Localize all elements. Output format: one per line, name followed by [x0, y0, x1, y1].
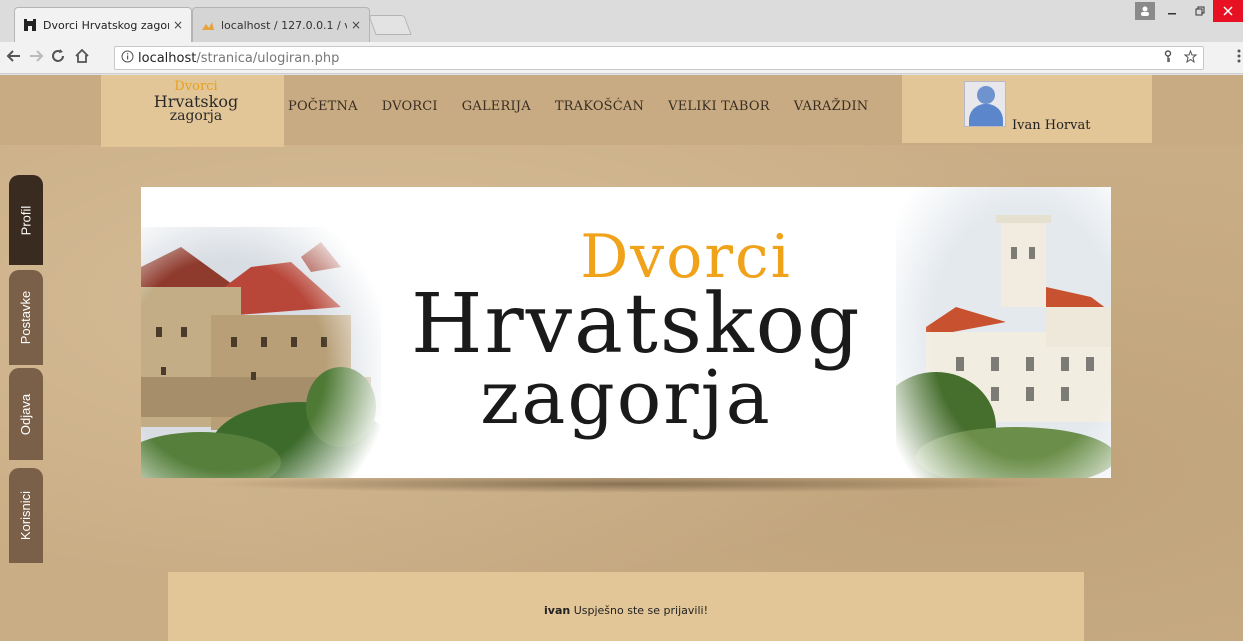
restore-icon[interactable] — [1187, 0, 1213, 22]
nav-item-veliki-tabor[interactable]: VELIKI TABOR — [668, 99, 770, 114]
browser-toolbar: localhost/stranica/ulogiran.php — [0, 42, 1243, 74]
browser-tab-inactive[interactable]: localhost / 127.0.0.1 / vra × — [192, 7, 370, 42]
user-panel: Ivan Horvat — [902, 75, 1152, 143]
sidetab-odjava[interactable]: Odjava — [9, 368, 43, 460]
profile-icon[interactable] — [1135, 2, 1155, 20]
tab-title: localhost / 127.0.0.1 / vra — [221, 18, 347, 32]
castle-favicon-icon — [23, 18, 37, 32]
main-nav: POČETNA DVORCI GALERIJA TRAKOŠĆAN VELIKI… — [288, 99, 892, 114]
message-text: Uspješno ste se prijavili! — [570, 604, 708, 617]
message-username: ivan — [544, 604, 571, 617]
sidetab-korisnici[interactable]: Korisnici — [9, 468, 43, 563]
hero-banner: Dvorci Hrvatskog zagorja — [141, 187, 1111, 478]
back-arrow-icon[interactable] — [4, 48, 24, 68]
browser-tab-strip: Dvorci Hrvatskog zagorja × localhost / 1… — [0, 0, 1243, 42]
sidetab-label: Korisnici — [18, 490, 34, 541]
page-viewport: Dvorci Hrvatskog zagorja POČETNA DVORCI … — [0, 75, 1243, 641]
tab-close-icon[interactable]: × — [351, 18, 361, 32]
logo-line-2: Hrvatskog — [153, 92, 239, 111]
close-window-icon[interactable] — [1213, 0, 1243, 22]
address-bar[interactable]: localhost/stranica/ulogiran.php — [114, 46, 1204, 70]
castle-illustration-right — [896, 187, 1111, 478]
home-icon[interactable] — [72, 48, 92, 68]
tab-title: Dvorci Hrvatskog zagorja — [43, 18, 169, 32]
nav-item-galerija[interactable]: GALERIJA — [462, 99, 531, 114]
minimize-icon[interactable] — [1159, 0, 1185, 22]
logo-panel[interactable]: Dvorci Hrvatskog zagorja — [101, 75, 284, 147]
bookmark-star-icon[interactable] — [1183, 49, 1198, 67]
nav-item-varazdin[interactable]: VARAŽDIN — [794, 99, 869, 114]
tab-close-icon[interactable]: × — [173, 18, 183, 32]
banner-line-3: zagorja — [480, 355, 772, 441]
message-panel: ivan Uspješno ste se prijavili! — [168, 572, 1084, 641]
login-success-message: ivan Uspješno ste se prijavili! — [168, 604, 1084, 617]
sidetab-label: Postavke — [18, 290, 34, 345]
phpmyadmin-favicon-icon — [201, 18, 215, 32]
avatar-head — [977, 86, 995, 104]
logo-line-3: zagorja — [169, 108, 223, 124]
banner-title: Dvorci Hrvatskog zagorja — [411, 227, 862, 441]
reload-icon[interactable] — [48, 48, 68, 68]
sidetab-postavke[interactable]: Postavke — [9, 270, 43, 365]
site-header: Dvorci Hrvatskog zagorja POČETNA DVORCI … — [0, 75, 1243, 147]
address-host: localhost — [138, 50, 197, 66]
sidetab-label: Profil — [18, 205, 34, 235]
browser-tab-active[interactable]: Dvorci Hrvatskog zagorja × — [14, 7, 192, 42]
new-tab-button[interactable] — [368, 15, 412, 35]
user-name: Ivan Horvat — [1012, 118, 1091, 133]
site-logo[interactable]: Dvorci Hrvatskog zagorja — [141, 79, 251, 124]
nav-item-trakoscan[interactable]: TRAKOŠĆAN — [555, 99, 644, 114]
menu-dots-icon[interactable] — [1237, 48, 1241, 68]
avatar-body — [969, 104, 1003, 126]
address-path: /stranica/ulogiran.php — [196, 50, 340, 66]
sidetab-profil[interactable]: Profil — [9, 175, 43, 265]
forward-arrow-icon[interactable] — [26, 48, 46, 68]
banner-line-2: Hrvatskog — [411, 277, 862, 372]
nav-item-pocetna[interactable]: POČETNA — [288, 99, 358, 114]
info-icon[interactable] — [121, 50, 134, 66]
key-icon[interactable] — [1162, 49, 1174, 67]
nav-item-dvorci[interactable]: DVORCI — [382, 99, 438, 114]
avatar[interactable] — [964, 81, 1006, 127]
sidetab-label: Odjava — [18, 393, 34, 435]
castle-illustration-left — [141, 227, 381, 478]
